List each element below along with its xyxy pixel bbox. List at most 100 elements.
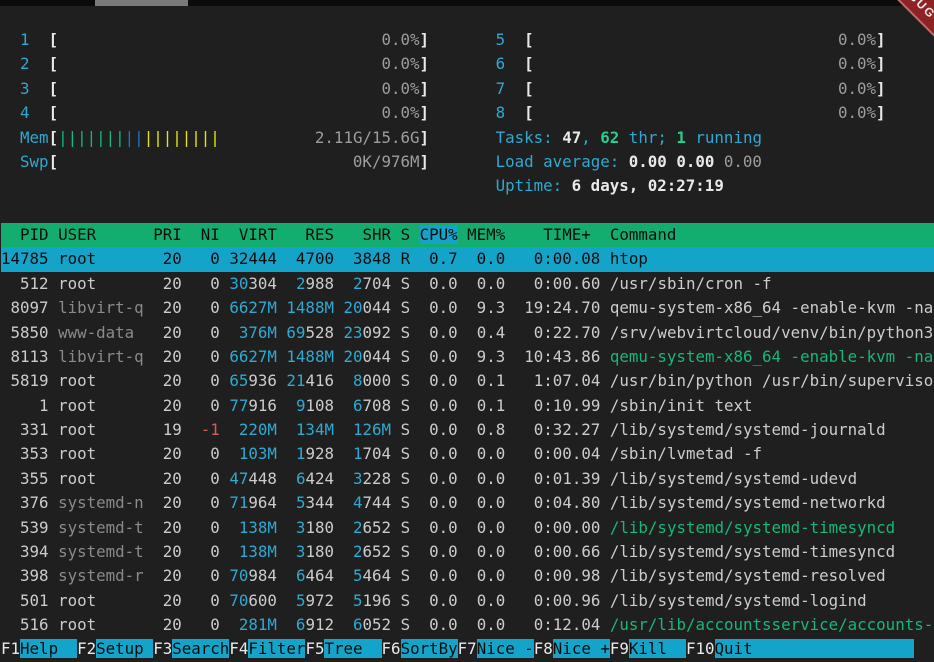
cell-mem: 0.0 — [467, 542, 505, 561]
fkey-number[interactable]: F8 — [534, 639, 553, 658]
cell-pri: 20 — [153, 298, 182, 317]
fkey-label[interactable]: Help — [20, 639, 77, 658]
column-header-shr[interactable]: SHR — [343, 225, 391, 244]
text-segment — [30, 30, 49, 49]
fkey-number[interactable]: F5 — [305, 639, 324, 658]
fkey-label[interactable]: SortBy — [401, 639, 458, 658]
process-row[interactable]: 5819 root 20 0 65936 21416 8000 S 0.0 0.… — [1, 369, 934, 393]
fkey-kill[interactable]: F9Kill — [610, 639, 686, 658]
memory-meter-value: 2.11G/15.6G — [315, 128, 420, 147]
process-row[interactable]: 398 systemd-r 20 0 70984 6464 5464 S 0.0… — [1, 564, 934, 588]
column-header-mem[interactable]: MEM% — [467, 225, 505, 244]
fkey-setup[interactable]: F2Setup — [77, 639, 153, 658]
fkey-help[interactable]: F1Help — [1, 639, 77, 658]
meter-close-bracket: ] — [876, 79, 886, 98]
fkey-label[interactable]: Nice - — [477, 639, 534, 658]
text-segment — [144, 444, 154, 463]
column-header-time[interactable]: TIME+ — [515, 225, 601, 244]
text-segment — [1, 152, 20, 171]
fkey-number[interactable]: F2 — [77, 639, 96, 658]
cell-shr: 2 — [353, 542, 363, 561]
cell-state: S — [401, 615, 411, 634]
text-segment — [182, 469, 211, 488]
fkey-quit[interactable]: F10Quit — [686, 639, 914, 658]
fkey-number[interactable]: F9 — [610, 639, 629, 658]
process-row[interactable]: 8113 libvirt-q 20 0 6627M 1488M 20044 S … — [1, 345, 934, 369]
process-row[interactable]: 516 root 20 0 281M 6912 6052 S 0.0 0.0 0… — [1, 613, 934, 637]
cell-virt: 47 — [229, 469, 248, 488]
running-count: 1 — [676, 128, 686, 147]
text-segment — [391, 225, 401, 244]
cell-pid: 355 — [1, 469, 49, 488]
fkey-label[interactable]: Nice + — [553, 639, 610, 658]
fkey-label[interactable]: Search — [172, 639, 229, 658]
fkey-filter[interactable]: F4Filter — [229, 639, 305, 658]
cell-state: S — [401, 469, 411, 488]
cell-mem: 0.0 — [467, 566, 505, 585]
text-segment — [334, 249, 353, 268]
fkey-label[interactable]: Quit — [715, 639, 915, 658]
fkey-nice-[interactable]: F7Nice - — [458, 639, 534, 658]
cell-mem: 0.0 — [467, 591, 505, 610]
text-segment — [334, 274, 353, 293]
column-header-command[interactable]: Command — [610, 225, 677, 244]
fkey-search[interactable]: F3Search — [153, 639, 229, 658]
process-row[interactable]: 539 systemd-t 20 0 138M 3180 2652 S 0.0 … — [1, 516, 934, 540]
process-row[interactable]: 331 root 19 -1 220M 134M 126M S 0.0 0.8 … — [1, 418, 934, 442]
process-row[interactable]: 1 root 20 0 77916 9108 6708 S 0.0 0.1 0:… — [1, 394, 934, 418]
column-header-state[interactable]: S — [401, 225, 411, 244]
fkey-label[interactable]: Filter — [248, 639, 305, 658]
process-row[interactable]: 394 systemd-t 20 0 138M 3180 2652 S 0.0 … — [1, 540, 934, 564]
process-row[interactable]: 376 systemd-n 20 0 71964 5344 4744 S 0.0… — [1, 491, 934, 515]
fkey-label[interactable]: Setup — [96, 639, 153, 658]
process-row[interactable]: 14785 root 20 0 32444 4700 3848 R 0.7 0.… — [1, 247, 934, 271]
fkey-label[interactable]: Kill — [629, 639, 686, 658]
uptime-label: Uptime: — [496, 176, 572, 195]
column-header-pid[interactable]: PID — [1, 225, 49, 244]
process-row[interactable]: 501 root 20 0 70600 5972 5196 S 0.0 0.0 … — [1, 589, 934, 613]
column-header-user[interactable]: USER — [58, 225, 144, 244]
cell-shr: 228 — [363, 469, 392, 488]
text-segment — [30, 79, 49, 98]
fkey-sortby[interactable]: F6SortBy — [382, 639, 458, 658]
column-header-virt[interactable]: VIRT — [229, 225, 277, 244]
fkey-label[interactable]: Tree — [324, 639, 381, 658]
process-row[interactable]: 353 root 20 0 103M 1928 1704 S 0.0 0.0 0… — [1, 442, 934, 466]
cell-state: S — [401, 566, 411, 585]
text-segment — [410, 371, 420, 390]
cell-cpu: 0.0 — [420, 493, 458, 512]
process-row[interactable]: 355 root 20 0 47448 6424 3228 S 0.0 0.0 … — [1, 467, 934, 491]
process-row[interactable]: 5850 www-data 20 0 376M 69528 23092 S 0.… — [1, 321, 934, 345]
fkey-number[interactable]: F7 — [458, 639, 477, 658]
cpu-meter-label: 5 — [496, 30, 506, 49]
fkey-number[interactable]: F6 — [382, 639, 401, 658]
text-segment — [220, 469, 230, 488]
fkey-number[interactable]: F1 — [1, 639, 20, 658]
text-segment — [277, 249, 296, 268]
text-segment — [600, 225, 610, 244]
fkey-number[interactable]: F4 — [229, 639, 248, 658]
process-row[interactable]: 8097 libvirt-q 20 0 6627M 1488M 20044 S … — [1, 296, 934, 320]
load-15min: 0.00 — [724, 152, 762, 171]
cell-time: 0:00.66 — [515, 542, 601, 561]
cell-command: /lib/systemd/systemd-timesyncd — [610, 518, 895, 537]
column-header-ni[interactable]: NI — [191, 225, 220, 244]
text-segment — [600, 371, 610, 390]
cell-shr: 704 — [363, 274, 392, 293]
cell-pri: 20 — [153, 469, 182, 488]
fkey-nice-[interactable]: F8Nice + — [534, 639, 610, 658]
cell-state: S — [401, 323, 411, 342]
process-row[interactable]: 512 root 20 0 30304 2988 2704 S 0.0 0.0 … — [1, 272, 934, 296]
text-segment — [182, 323, 211, 342]
text-segment — [410, 615, 420, 634]
column-header-cpu-sort[interactable]: CPU% — [420, 225, 458, 244]
fkey-number[interactable]: F10 — [686, 639, 715, 658]
fkey-tree[interactable]: F5Tree — [305, 639, 381, 658]
column-header-pri[interactable]: PRI — [153, 225, 182, 244]
text-segment — [600, 274, 610, 293]
column-header-res[interactable]: RES — [286, 225, 334, 244]
cell-pid: 8097 — [1, 298, 49, 317]
fkey-number[interactable]: F3 — [153, 639, 172, 658]
text-segment — [277, 493, 296, 512]
cell-pri: 20 — [153, 323, 182, 342]
